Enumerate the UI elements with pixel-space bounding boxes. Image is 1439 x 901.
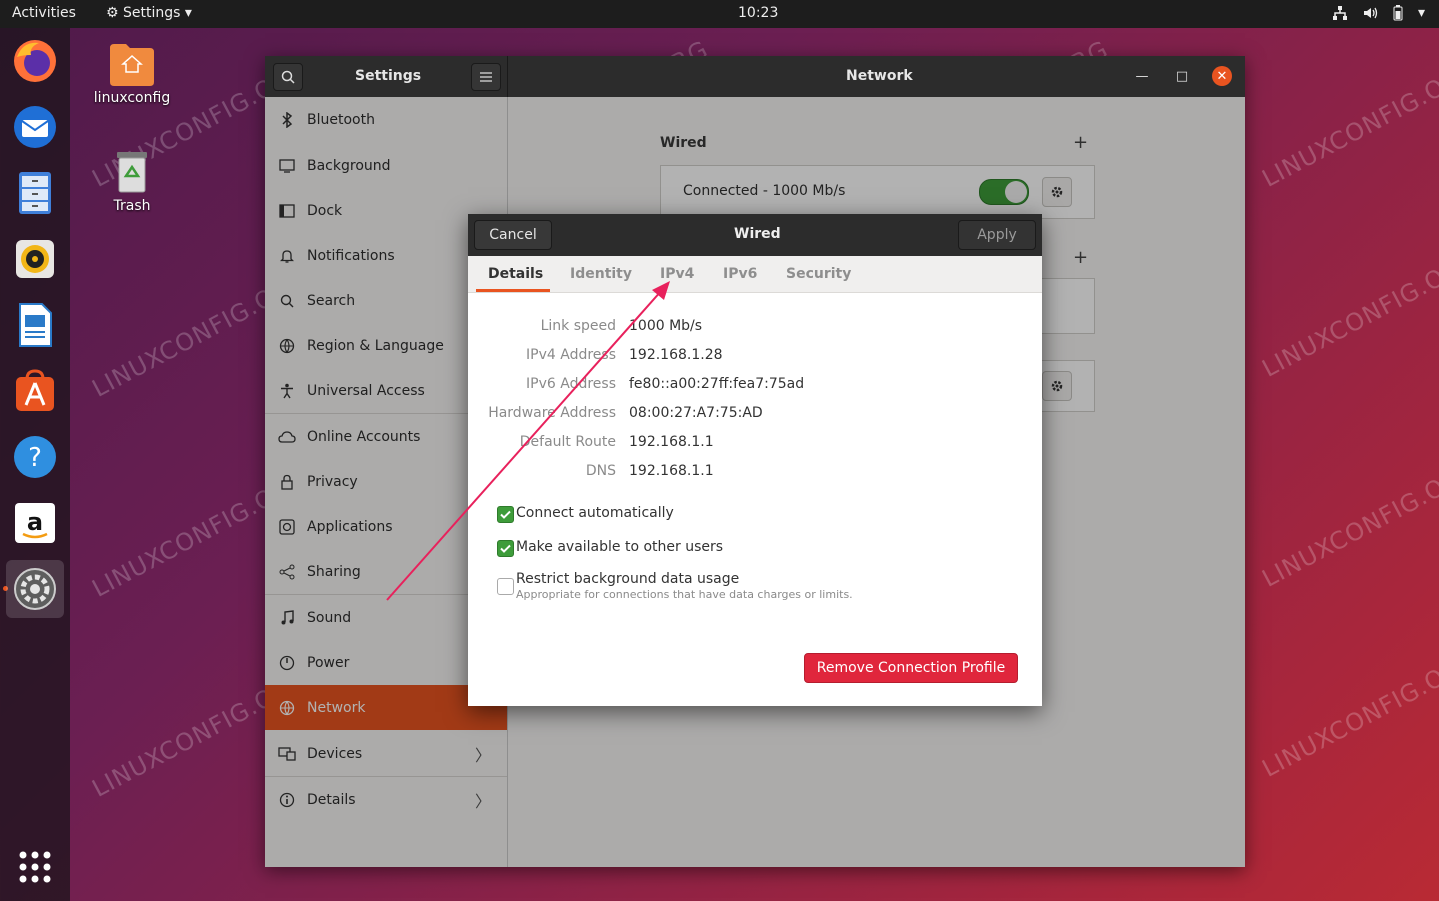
software-launcher[interactable] — [6, 362, 64, 420]
app-menu-label: Settings — [123, 5, 181, 21]
apply-button[interactable]: Apply — [958, 220, 1036, 250]
help-icon: ? — [14, 436, 56, 478]
restrict-background-checkbox[interactable] — [497, 578, 514, 595]
files-launcher[interactable] — [6, 164, 64, 222]
connect-automatically-label[interactable]: Connect automatically — [516, 505, 674, 521]
home-folder-icon — [110, 44, 154, 86]
caret-down-icon: ▾ — [1417, 5, 1425, 21]
connect-automatically-checkbox[interactable] — [497, 506, 514, 523]
thunderbird-launcher[interactable] — [6, 98, 64, 156]
svg-text:a: a — [27, 508, 43, 536]
minimize-icon: — — [1135, 68, 1149, 84]
detail-key: Hardware Address — [488, 405, 616, 421]
detail-value: 192.168.1.1 — [629, 434, 714, 450]
watermark-text: LINUXCONFIG.ORG — [1257, 55, 1439, 193]
desktop-trash[interactable]: Trash — [87, 150, 177, 214]
dock: ? a — [0, 28, 70, 901]
activities-button[interactable]: Activities — [12, 5, 76, 21]
amazon-icon: a — [15, 503, 55, 543]
detail-value: 192.168.1.28 — [629, 347, 723, 363]
checkmark-icon — [500, 510, 511, 519]
active-tab-indicator — [476, 289, 550, 292]
watermark-text: LINUXCONFIG.ORG — [1257, 245, 1439, 383]
detail-key: DNS — [585, 463, 616, 479]
tab-identity[interactable]: Identity — [570, 266, 632, 282]
watermark-text: LINUXCONFIG.ORG — [1257, 455, 1439, 593]
maximize-button[interactable]: □ — [1172, 66, 1192, 86]
detail-value: 1000 Mb/s — [629, 318, 703, 334]
top-bar: Activities ⚙ Settings ▾ 10:23 ▾ — [0, 0, 1439, 28]
shopping-bag-icon — [16, 369, 54, 411]
cancel-button[interactable]: Cancel — [474, 220, 552, 250]
thunderbird-icon — [14, 106, 56, 148]
maximize-icon: □ — [1175, 68, 1189, 84]
available-to-all-users-label[interactable]: Make available to other users — [516, 539, 723, 555]
detail-value: 192.168.1.1 — [629, 463, 714, 479]
settings-launcher[interactable] — [6, 560, 64, 618]
available-to-all-users-checkbox[interactable] — [497, 540, 514, 557]
file-cabinet-icon — [19, 172, 51, 214]
detail-key: IPv6 Address — [526, 376, 616, 392]
firefox-icon — [14, 40, 56, 82]
writer-launcher[interactable] — [6, 296, 64, 354]
checkmark-icon — [500, 544, 511, 553]
detail-key: Default Route — [519, 434, 616, 450]
restrict-background-description: Appropriate for connections that have da… — [516, 588, 853, 601]
tab-ipv4[interactable]: IPv4 — [660, 266, 694, 282]
firefox-launcher[interactable] — [6, 32, 64, 90]
desktop-trash-label: Trash — [113, 198, 151, 214]
panel-title: Network — [846, 68, 913, 84]
watermark-text: LINUXCONFIG.ORG — [1257, 645, 1439, 783]
battery-icon — [1393, 5, 1403, 21]
desktop-home-label: linuxconfig — [93, 90, 171, 106]
amazon-launcher[interactable]: a — [6, 494, 64, 552]
search-icon — [281, 70, 295, 84]
system-tray[interactable]: ▾ — [1332, 5, 1425, 21]
tab-details[interactable]: Details — [488, 266, 543, 282]
show-applications-button[interactable] — [6, 838, 64, 896]
volume-icon — [1363, 7, 1378, 19]
app-menu[interactable]: ⚙ Settings ▾ — [106, 5, 192, 21]
close-icon: ✕ — [1216, 68, 1228, 84]
help-launcher[interactable]: ? — [6, 428, 64, 486]
minimize-button[interactable]: — — [1132, 66, 1152, 86]
tab-ipv6[interactable]: IPv6 — [723, 266, 757, 282]
svg-text:?: ? — [28, 443, 42, 473]
search-button[interactable] — [273, 63, 303, 91]
dialog-header: Cancel Wired Apply — [468, 214, 1042, 256]
sidebar-title: Settings — [355, 68, 422, 84]
restrict-background-label[interactable]: Restrict background data usage — [516, 571, 739, 587]
clock[interactable]: 10:23 — [738, 5, 778, 21]
detail-key: IPv4 Address — [526, 347, 616, 363]
sidebar-header: Settings — [265, 56, 508, 97]
gear-icon: ⚙ — [106, 5, 119, 21]
settings-gear-icon — [14, 568, 56, 610]
detail-value: 08:00:27:A7:75:AD — [629, 405, 763, 421]
hamburger-menu-icon — [480, 72, 492, 82]
detail-value: fe80::a00:27ff:fea7:75ad — [629, 376, 805, 392]
document-icon — [19, 303, 52, 347]
window-headerbar: Settings Network — □ ✕ — [265, 56, 1245, 97]
speaker-icon — [16, 240, 54, 278]
network-wired-icon — [1332, 6, 1347, 20]
dialog-tabs: Details Identity IPv4 IPv6 Security — [468, 256, 1042, 293]
dialog-title: Wired — [734, 226, 781, 242]
close-button[interactable]: ✕ — [1212, 66, 1232, 86]
detail-key: Link speed — [540, 318, 616, 334]
desktop-home-folder[interactable]: linuxconfig — [87, 42, 177, 106]
wired-dialog: Cancel Wired Apply Details Identity IPv4… — [468, 214, 1042, 706]
app-grid-icon — [19, 851, 51, 883]
menu-button[interactable] — [471, 63, 501, 91]
tab-security[interactable]: Security — [786, 266, 851, 282]
trash-icon — [117, 152, 147, 193]
remove-connection-profile-button[interactable]: Remove Connection Profile — [804, 653, 1018, 683]
caret-down-icon: ▾ — [184, 5, 192, 21]
rhythmbox-launcher[interactable] — [6, 230, 64, 288]
